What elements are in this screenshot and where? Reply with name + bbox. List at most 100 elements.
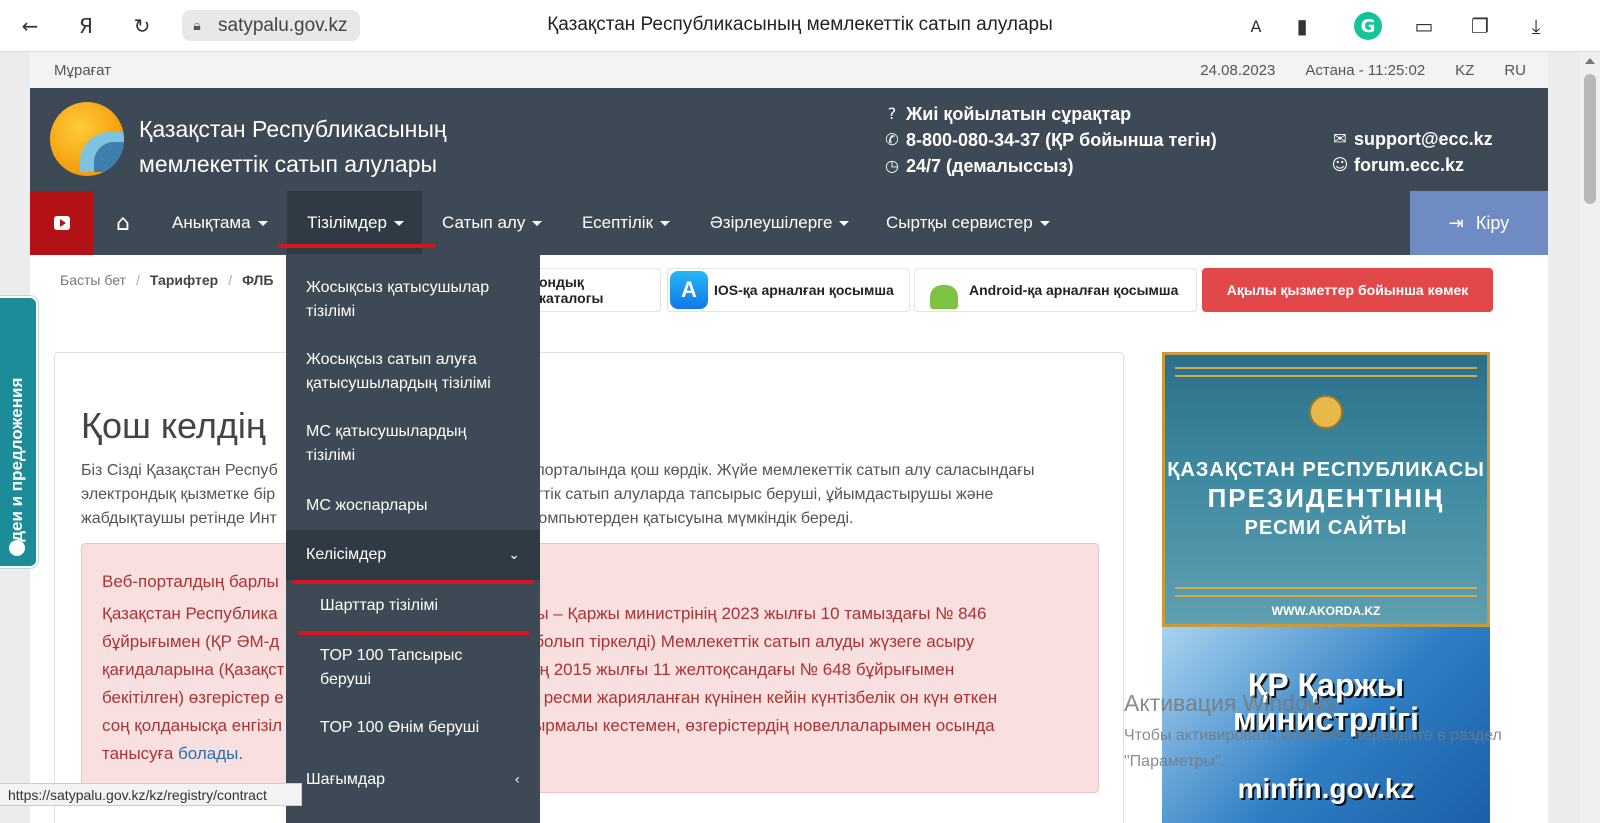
banner-ornament <box>1175 367 1477 377</box>
akorda-url: WWW.AKORDA.KZ <box>1271 604 1381 618</box>
menu-item-unfair-suppliers[interactable]: Жосықсыз сатып алуға қатысушылардың тізі… <box>286 348 540 396</box>
menu-item-contracts[interactable]: Келісімдер ⌄ <box>286 530 540 580</box>
collections-icon[interactable]: ❐ <box>1464 10 1496 42</box>
menu-item-top100-suppliers[interactable]: TOP 100 Өнім беруші <box>286 716 540 740</box>
alert-line: соң қолданысқа енгізіл лыстырмалы кестем… <box>102 716 995 735</box>
site-title[interactable]: Қазақстан Республикасының мемлекеттік са… <box>139 112 447 182</box>
nav-external[interactable]: Сыртқы сервистер <box>866 191 1070 255</box>
android-icon <box>925 271 963 309</box>
akorda-banner[interactable]: ҚАЗАҚСТАН РЕСПУБЛИКАСЫ ПРЕЗИДЕНТІНІҢ РЕС… <box>1162 352 1490 627</box>
address-bar[interactable]: 🔒︎ satypalu.gov.kz <box>182 10 360 41</box>
menu-item-contract-registry[interactable]: Шарттар тізілімі <box>286 594 540 618</box>
intro-text: Біз Сізді Қазақстан Респуб веб-порталынд… <box>81 459 1111 531</box>
top-info-bar: Мұрағат 24.08.2023 Астана - 11:25:02 KZ … <box>30 52 1548 88</box>
caret-down-icon <box>532 220 543 226</box>
archive-link[interactable]: Мұрағат <box>54 62 111 79</box>
lang-ru[interactable]: RU <box>1504 62 1526 79</box>
notice-alert: Веб-порталдың барлы Қазақстан Республика… <box>81 543 1099 793</box>
menu-item-contracts-label: Келісімдер <box>306 546 387 563</box>
nav-developers[interactable]: Әзірлеушілерге <box>690 191 869 255</box>
contact-block: ? Жиі қойылатын сұрақтар ✆ 8-800-080-34-37… <box>882 101 1217 179</box>
ios-app-link[interactable]: A IOS-қа арналған қосымша <box>667 268 910 312</box>
alert-line: Қазақстан Республика басары – Қаржы мини… <box>102 604 987 623</box>
site-logo[interactable] <box>50 102 124 176</box>
minfin-banner[interactable]: ҚР Қаржы министрлігі minfin.gov.kz <box>1162 627 1490 823</box>
menu-item-top100-customers[interactable]: TOP 100 Тапсырыс беруші <box>286 644 540 692</box>
site-header: Қазақстан Республикасының мемлекеттік са… <box>30 88 1548 191</box>
lang-kz[interactable]: KZ <box>1455 62 1474 79</box>
alert-title: Веб-порталдың барлы <box>102 572 279 591</box>
android-app-link[interactable]: Android-қа арналған қосымша <box>914 268 1197 312</box>
login-label: Кіру <box>1475 212 1510 233</box>
menu-item-plans[interactable]: МС жоспарлары <box>286 494 540 518</box>
translate-icon[interactable]: A <box>1240 10 1272 42</box>
breadcrumb-tariffs[interactable]: Тарифтер <box>150 272 218 288</box>
menu-item-participants[interactable]: МС қатысушылардың тізілімі <box>286 420 540 468</box>
alert-line: бекітілген) өзгерістер е ашқы ресми жари… <box>102 688 998 707</box>
menu-item-complaints[interactable]: Шағымдар ‹ <box>286 768 540 792</box>
grammarly-badge: G <box>1354 12 1382 40</box>
akorda-line1: ҚАЗАҚСТАН РЕСПУБЛИКАСЫ <box>1167 459 1485 481</box>
yandex-icon[interactable]: Я <box>70 10 102 42</box>
email-link[interactable]: ✉ support@ecc.kz <box>1330 126 1492 152</box>
download-icon[interactable]: ⤓ <box>1520 10 1552 42</box>
grammarly-icon[interactable]: G <box>1352 10 1384 42</box>
caret-down-icon <box>257 220 268 226</box>
breadcrumb: Басты бет / Тарифтер / ФЛБ <box>60 272 273 288</box>
alert-link[interactable]: болады <box>178 744 238 763</box>
login-button[interactable]: ⇥ Кіру <box>1410 191 1548 255</box>
nav-procurement-label: Сатып алу <box>442 213 526 232</box>
minfin-url: minfin.gov.kz <box>1237 773 1415 804</box>
ideas-feedback-tab[interactable]: Идеи и предложения <box>0 296 38 568</box>
status-bar-url: https://satypalu.gov.kz/kz/registry/cont… <box>0 783 302 806</box>
breadcrumb-separator: / <box>228 272 233 288</box>
reload-icon[interactable]: ↻ <box>126 10 158 42</box>
site-title-line2: мемлекеттік сатып алулары <box>139 151 438 177</box>
welcome-heading: Қош келдің <box>81 405 266 446</box>
date-text: 24.08.2023 <box>1200 62 1276 79</box>
menu-item-unfair-participants[interactable]: Жосықсыз қатысушылар тізілімі <box>286 276 540 324</box>
youtube-icon <box>53 216 70 230</box>
caret-down-icon <box>839 220 850 226</box>
emblem-icon <box>1309 395 1343 429</box>
scroll-thumb[interactable] <box>1584 74 1596 204</box>
android-app-label: Android-қа арналған қосымша <box>969 282 1179 298</box>
alert-line: қағидаларына (Қазақст стрінің 2015 жылғы… <box>102 660 955 679</box>
ideas-feedback-label: Идеи и предложения <box>7 377 26 554</box>
scroll-up-icon[interactable] <box>1585 58 1595 64</box>
breadcrumb-flb[interactable]: ФЛБ <box>242 272 273 288</box>
phone-number: 8-800-080-34-37 (ҚР бойынша тегін) <box>906 130 1217 150</box>
alert-text: . <box>238 744 244 763</box>
bookmark-icon[interactable]: ▮ <box>1286 10 1318 42</box>
catalog-label: ондық каталогы <box>539 274 604 306</box>
forum-link[interactable]: ☺ forum.ecc.kz <box>1330 152 1493 178</box>
faq-link[interactable]: ? Жиі қойылатын сұрақтар <box>882 101 1217 127</box>
site-title-line1: Қазақстан Республикасының <box>139 116 447 142</box>
nav-reference[interactable]: Анықтама <box>152 191 288 255</box>
support-block: ✉ support@ecc.kz ☺ forum.ecc.kz <box>1330 126 1493 178</box>
intro-line: электрондық қызметке бір лекеттік сатып … <box>81 486 994 503</box>
phone-line: ✆ 8-800-080-34-37 (ҚР бойынша тегін) <box>882 127 1217 153</box>
back-icon[interactable]: ← <box>14 10 46 42</box>
catalog-link[interactable]: ондық каталогы <box>520 268 661 312</box>
lock-icon[interactable]: 🔒︎ <box>182 10 212 41</box>
page-scrollbar[interactable] <box>1580 52 1600 823</box>
highlight-underline <box>278 244 436 248</box>
paid-services-help-button[interactable]: Ақылы қызметтер бойынша көмек <box>1202 268 1493 312</box>
user-icon: ☺ <box>1331 155 1349 174</box>
login-icon: ⇥ <box>1448 212 1464 234</box>
battery-icon[interactable]: ▭ <box>1408 10 1440 42</box>
nav-reference-label: Анықтама <box>172 213 251 232</box>
hours-line: ◷ 24/7 (демалыссыз) <box>882 153 1217 179</box>
home-icon[interactable]: ⌂ <box>93 191 153 255</box>
caret-down-icon <box>393 220 404 226</box>
url-text[interactable]: satypalu.gov.kz <box>212 10 360 41</box>
breadcrumb-home[interactable]: Басты бет <box>60 272 126 288</box>
nav-reports[interactable]: Есептілік <box>562 191 690 255</box>
time-text: Астана - 11:25:02 <box>1305 62 1426 79</box>
registries-dropdown: Жосықсыз қатысушылар тізілімі Жосықсыз с… <box>286 254 540 823</box>
app-store-icon: A <box>670 271 708 309</box>
clock-icon: ◷ <box>885 156 899 175</box>
youtube-link[interactable] <box>30 191 93 255</box>
nav-procurement[interactable]: Сатып алу <box>422 191 562 255</box>
